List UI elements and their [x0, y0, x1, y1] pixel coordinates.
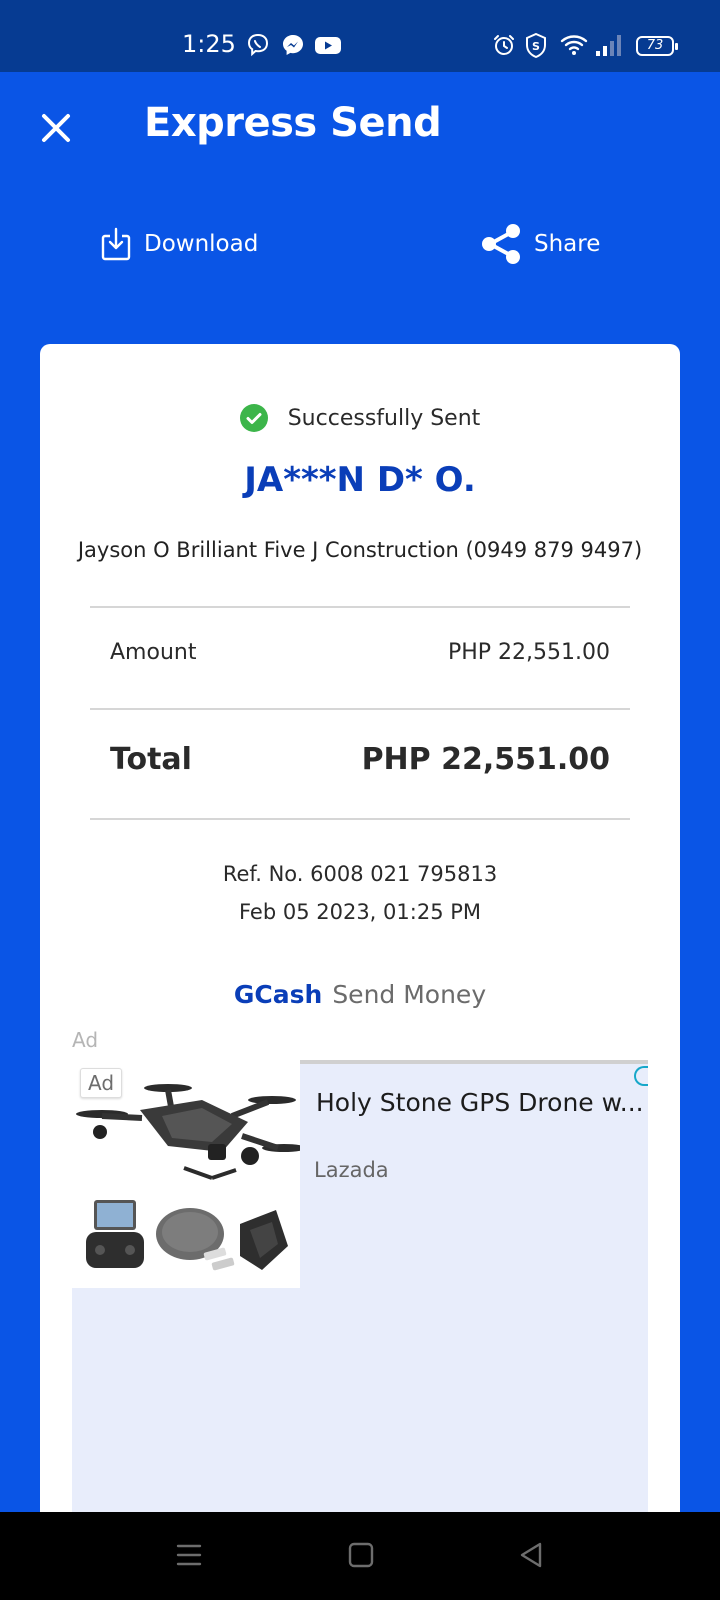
ad-banner[interactable]: Ad Holy Stone GPS Drone w... Lazada	[72, 1060, 648, 1514]
status-text: Successfully Sent	[287, 405, 481, 431]
page-title: Express Send	[144, 100, 442, 146]
system-nav-bar	[0, 1512, 720, 1600]
share-icon	[482, 224, 520, 264]
ad-title[interactable]: Holy Stone GPS Drone w...	[316, 1088, 648, 1117]
battery-indicator: 73	[636, 36, 678, 56]
status-bar: 1:25 S 73	[0, 0, 720, 72]
ad-label: Ad	[72, 1028, 99, 1052]
receipt-card: Successfully Sent JA***N D* O. Jayson O …	[40, 344, 680, 1514]
ad-divider	[300, 1060, 648, 1064]
status-time: 1:25	[182, 30, 236, 58]
ad-choices-icon[interactable]	[634, 1066, 648, 1086]
signal-icon	[596, 35, 621, 56]
divider	[90, 818, 630, 820]
svg-text:S: S	[532, 40, 540, 53]
total-row: Total PHP 22,551.00	[110, 742, 610, 777]
service-name: Send Money	[332, 980, 487, 1009]
divider	[90, 708, 630, 710]
amount-row: Amount PHP 22,551.00	[110, 640, 610, 665]
home-icon[interactable]	[348, 1542, 374, 1568]
alarm-icon	[494, 35, 514, 55]
success-status: Successfully Sent	[40, 404, 680, 432]
brand-footer: GCash Send Money	[40, 980, 680, 1009]
wifi-icon	[560, 35, 588, 55]
menu-icon[interactable]	[176, 1542, 202, 1568]
share-label: Share	[534, 231, 601, 257]
download-button[interactable]: Download	[100, 224, 258, 264]
messenger-icon	[283, 35, 303, 55]
total-value: PHP 22,551.00	[361, 742, 610, 777]
share-button[interactable]: Share	[480, 224, 600, 264]
reference-number: Ref. No. 6008 021 795813	[222, 862, 498, 886]
download-label: Download	[144, 231, 259, 257]
amount-label: Amount	[110, 640, 197, 665]
total-label: Total	[110, 742, 192, 777]
close-icon[interactable]	[38, 110, 74, 146]
shield-icon: S	[526, 33, 546, 59]
gcash-logo: GCash	[233, 980, 323, 1009]
recipient-name: JA***N D* O.	[244, 460, 476, 500]
divider	[90, 606, 630, 608]
youtube-icon	[315, 37, 341, 54]
app-header: Express Send Download Share	[0, 72, 720, 332]
amount-value: PHP 22,551.00	[447, 640, 610, 665]
ad-image[interactable]: Ad	[72, 1060, 306, 1288]
check-circle-icon	[239, 404, 268, 432]
viber-icon	[247, 33, 269, 57]
recipient-detail: Jayson O Brilliant Five J Construction (…	[77, 538, 643, 562]
ad-source: Lazada	[314, 1158, 389, 1182]
ad-badge: Ad	[80, 1068, 123, 1098]
back-icon[interactable]	[518, 1542, 544, 1568]
download-icon	[101, 227, 131, 261]
transaction-datetime: Feb 05 2023, 01:25 PM	[238, 900, 482, 924]
